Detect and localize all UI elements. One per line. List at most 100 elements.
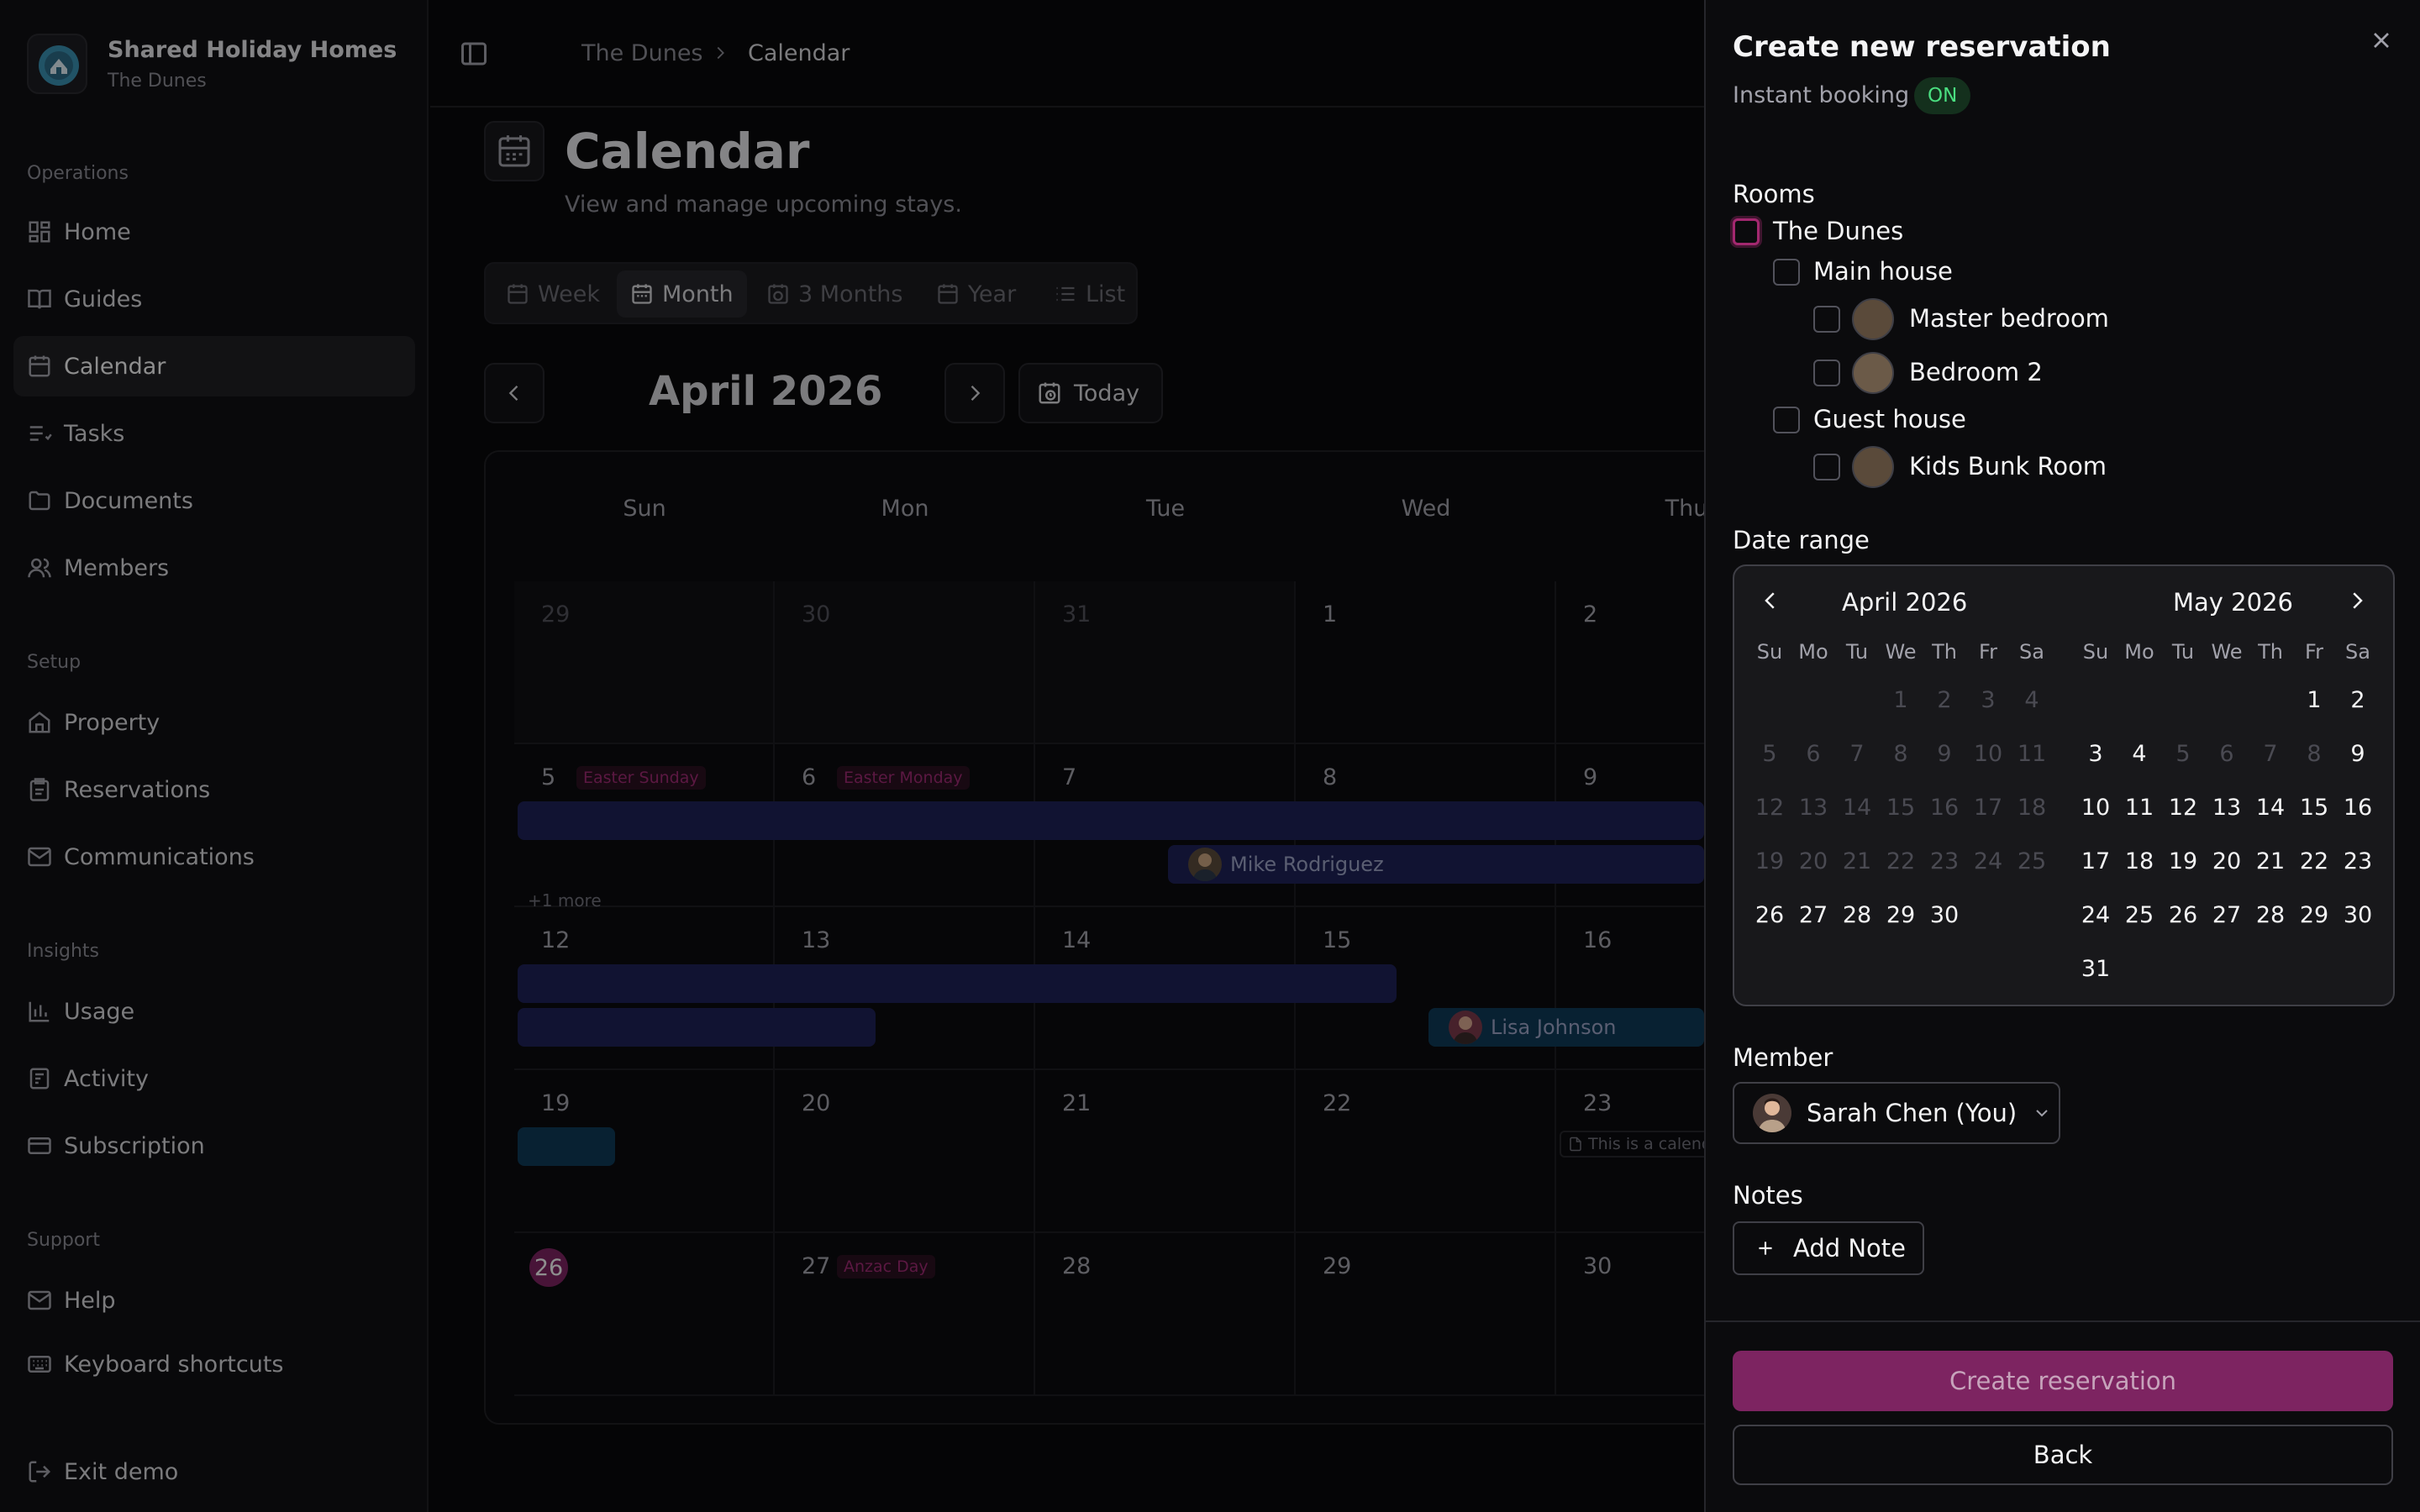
room-checkbox[interactable]: [1773, 259, 1800, 286]
room-checkbox[interactable]: [1773, 407, 1800, 433]
date-cell[interactable]: 12: [2161, 795, 2205, 821]
plus-icon: [1754, 1237, 1776, 1259]
date-cell[interactable]: 26: [1748, 902, 1791, 928]
room-label: Main house: [1813, 257, 1953, 286]
date-cell: 16: [1929, 795, 1960, 821]
date-cell: 5: [2175, 741, 2191, 767]
date-cell[interactable]: 27: [2205, 902, 2249, 928]
date-cell: 6: [1806, 741, 1821, 767]
date-cell: 5: [1762, 741, 1777, 767]
date-cell[interactable]: 10: [2074, 795, 2118, 821]
weekday-label: Tu: [2171, 640, 2195, 664]
close-icon[interactable]: [2368, 27, 2395, 54]
date-cell[interactable]: 20: [2205, 848, 2249, 874]
weekday-label: Mo: [1798, 640, 1828, 664]
chevron-down-icon: [2032, 1103, 2052, 1123]
date-cell[interactable]: 16: [2336, 795, 2380, 821]
date-cell[interactable]: 18: [2118, 848, 2161, 874]
weekday-label: Th: [2258, 640, 2283, 664]
modal-backdrop[interactable]: [0, 0, 1704, 1512]
date-cell[interactable]: 11: [2118, 795, 2161, 821]
notes-label: Notes: [1733, 1181, 1803, 1210]
date-cell[interactable]: 29: [1879, 902, 1923, 928]
date-cell: 7: [1849, 741, 1865, 767]
date-cell: 8: [1893, 741, 1908, 767]
weekday-label: Sa: [2345, 640, 2370, 664]
date-cell[interactable]: 22: [2292, 848, 2336, 874]
date-cell[interactable]: 9: [2336, 741, 2380, 767]
date-cell[interactable]: 17: [2074, 848, 2118, 874]
date-cell[interactable]: 25: [2118, 902, 2161, 928]
room-label: Kids Bunk Room: [1909, 452, 2107, 480]
room-label: The Dunes: [1773, 217, 1904, 245]
date-cell[interactable]: 4: [2118, 741, 2161, 767]
date-cell[interactable]: 2: [2336, 687, 2380, 713]
room-checkbox[interactable]: [1813, 360, 1840, 386]
weekday-label: We: [1885, 640, 1917, 664]
create-reservation-button[interactable]: Create reservation: [1733, 1351, 2393, 1411]
rooms-label: Rooms: [1733, 180, 1815, 208]
date-cell[interactable]: 21: [2249, 848, 2292, 874]
date-cell[interactable]: 23: [2336, 848, 2380, 874]
room-photo: [1852, 446, 1894, 488]
date-cell[interactable]: 30: [1923, 902, 1966, 928]
date-cell: 22: [1886, 848, 1916, 874]
date-cell: 14: [1842, 795, 1872, 821]
prev-month-button[interactable]: [1758, 588, 1783, 613]
date-cell: 10: [1973, 741, 2003, 767]
next-month-button[interactable]: [2344, 588, 2370, 613]
date-cell[interactable]: 19: [2161, 848, 2205, 874]
weekday-label: Su: [1756, 640, 1783, 664]
room-checkbox[interactable]: [1813, 454, 1840, 480]
chevron-right-icon: [2344, 588, 2370, 613]
add-note-label: Add Note: [1793, 1234, 1907, 1263]
room-checkbox[interactable]: [1733, 218, 1760, 245]
date-cell[interactable]: 28: [2249, 902, 2292, 928]
weekday-label: Fr: [2305, 640, 2323, 664]
date-cell: 1: [1893, 687, 1908, 713]
date-cell: 4: [2024, 687, 2039, 713]
date-range-picker: [1733, 564, 2395, 1006]
date-cell: 20: [1798, 848, 1828, 874]
divider: [1706, 1320, 2420, 1322]
date-cell: 3: [1981, 687, 1996, 713]
room-photo: [1852, 298, 1894, 340]
date-cell: 9: [1937, 741, 1952, 767]
date-cell: 13: [1798, 795, 1828, 821]
date-cell[interactable]: 27: [1791, 902, 1835, 928]
date-range-label: Date range: [1733, 526, 1870, 554]
member-select[interactable]: Sarah Chen (You): [1733, 1082, 2060, 1144]
date-cell: 2: [1937, 687, 1952, 713]
date-cell: 15: [1886, 795, 1916, 821]
date-cell[interactable]: 13: [2205, 795, 2249, 821]
date-cell: 24: [1973, 848, 2003, 874]
back-button[interactable]: Back: [1733, 1425, 2393, 1485]
date-cell[interactable]: 29: [2292, 902, 2336, 928]
weekday-label: Tu: [1845, 640, 1869, 664]
date-cell[interactable]: 15: [2292, 795, 2336, 821]
date-cell: 11: [2017, 741, 2047, 767]
date-cell[interactable]: 1: [2292, 687, 2336, 713]
instant-booking-label: Instant booking: [1733, 82, 1910, 108]
chevron-left-icon: [1758, 588, 1783, 613]
add-note-button[interactable]: Add Note: [1733, 1221, 1924, 1275]
date-cell[interactable]: 31: [2074, 956, 2118, 982]
date-cell: 21: [1842, 848, 1872, 874]
date-cell: 19: [1754, 848, 1785, 874]
date-cell[interactable]: 30: [2336, 902, 2380, 928]
month-heading: April 2026: [1842, 588, 1968, 617]
date-cell: 23: [1929, 848, 1960, 874]
date-cell: 18: [2017, 795, 2047, 821]
date-cell[interactable]: 28: [1835, 902, 1879, 928]
date-cell[interactable]: 26: [2161, 902, 2205, 928]
date-cell[interactable]: 24: [2074, 902, 2118, 928]
date-cell: 6: [2219, 741, 2234, 767]
date-cell: 8: [2307, 741, 2322, 767]
date-cell[interactable]: 3: [2074, 741, 2118, 767]
room-checkbox[interactable]: [1813, 306, 1840, 333]
date-cell[interactable]: 14: [2249, 795, 2292, 821]
date-cell: 7: [2263, 741, 2278, 767]
weekday-label: We: [2211, 640, 2243, 664]
weekday-label: Su: [2082, 640, 2109, 664]
instant-booking-badge: ON: [1914, 77, 1971, 114]
